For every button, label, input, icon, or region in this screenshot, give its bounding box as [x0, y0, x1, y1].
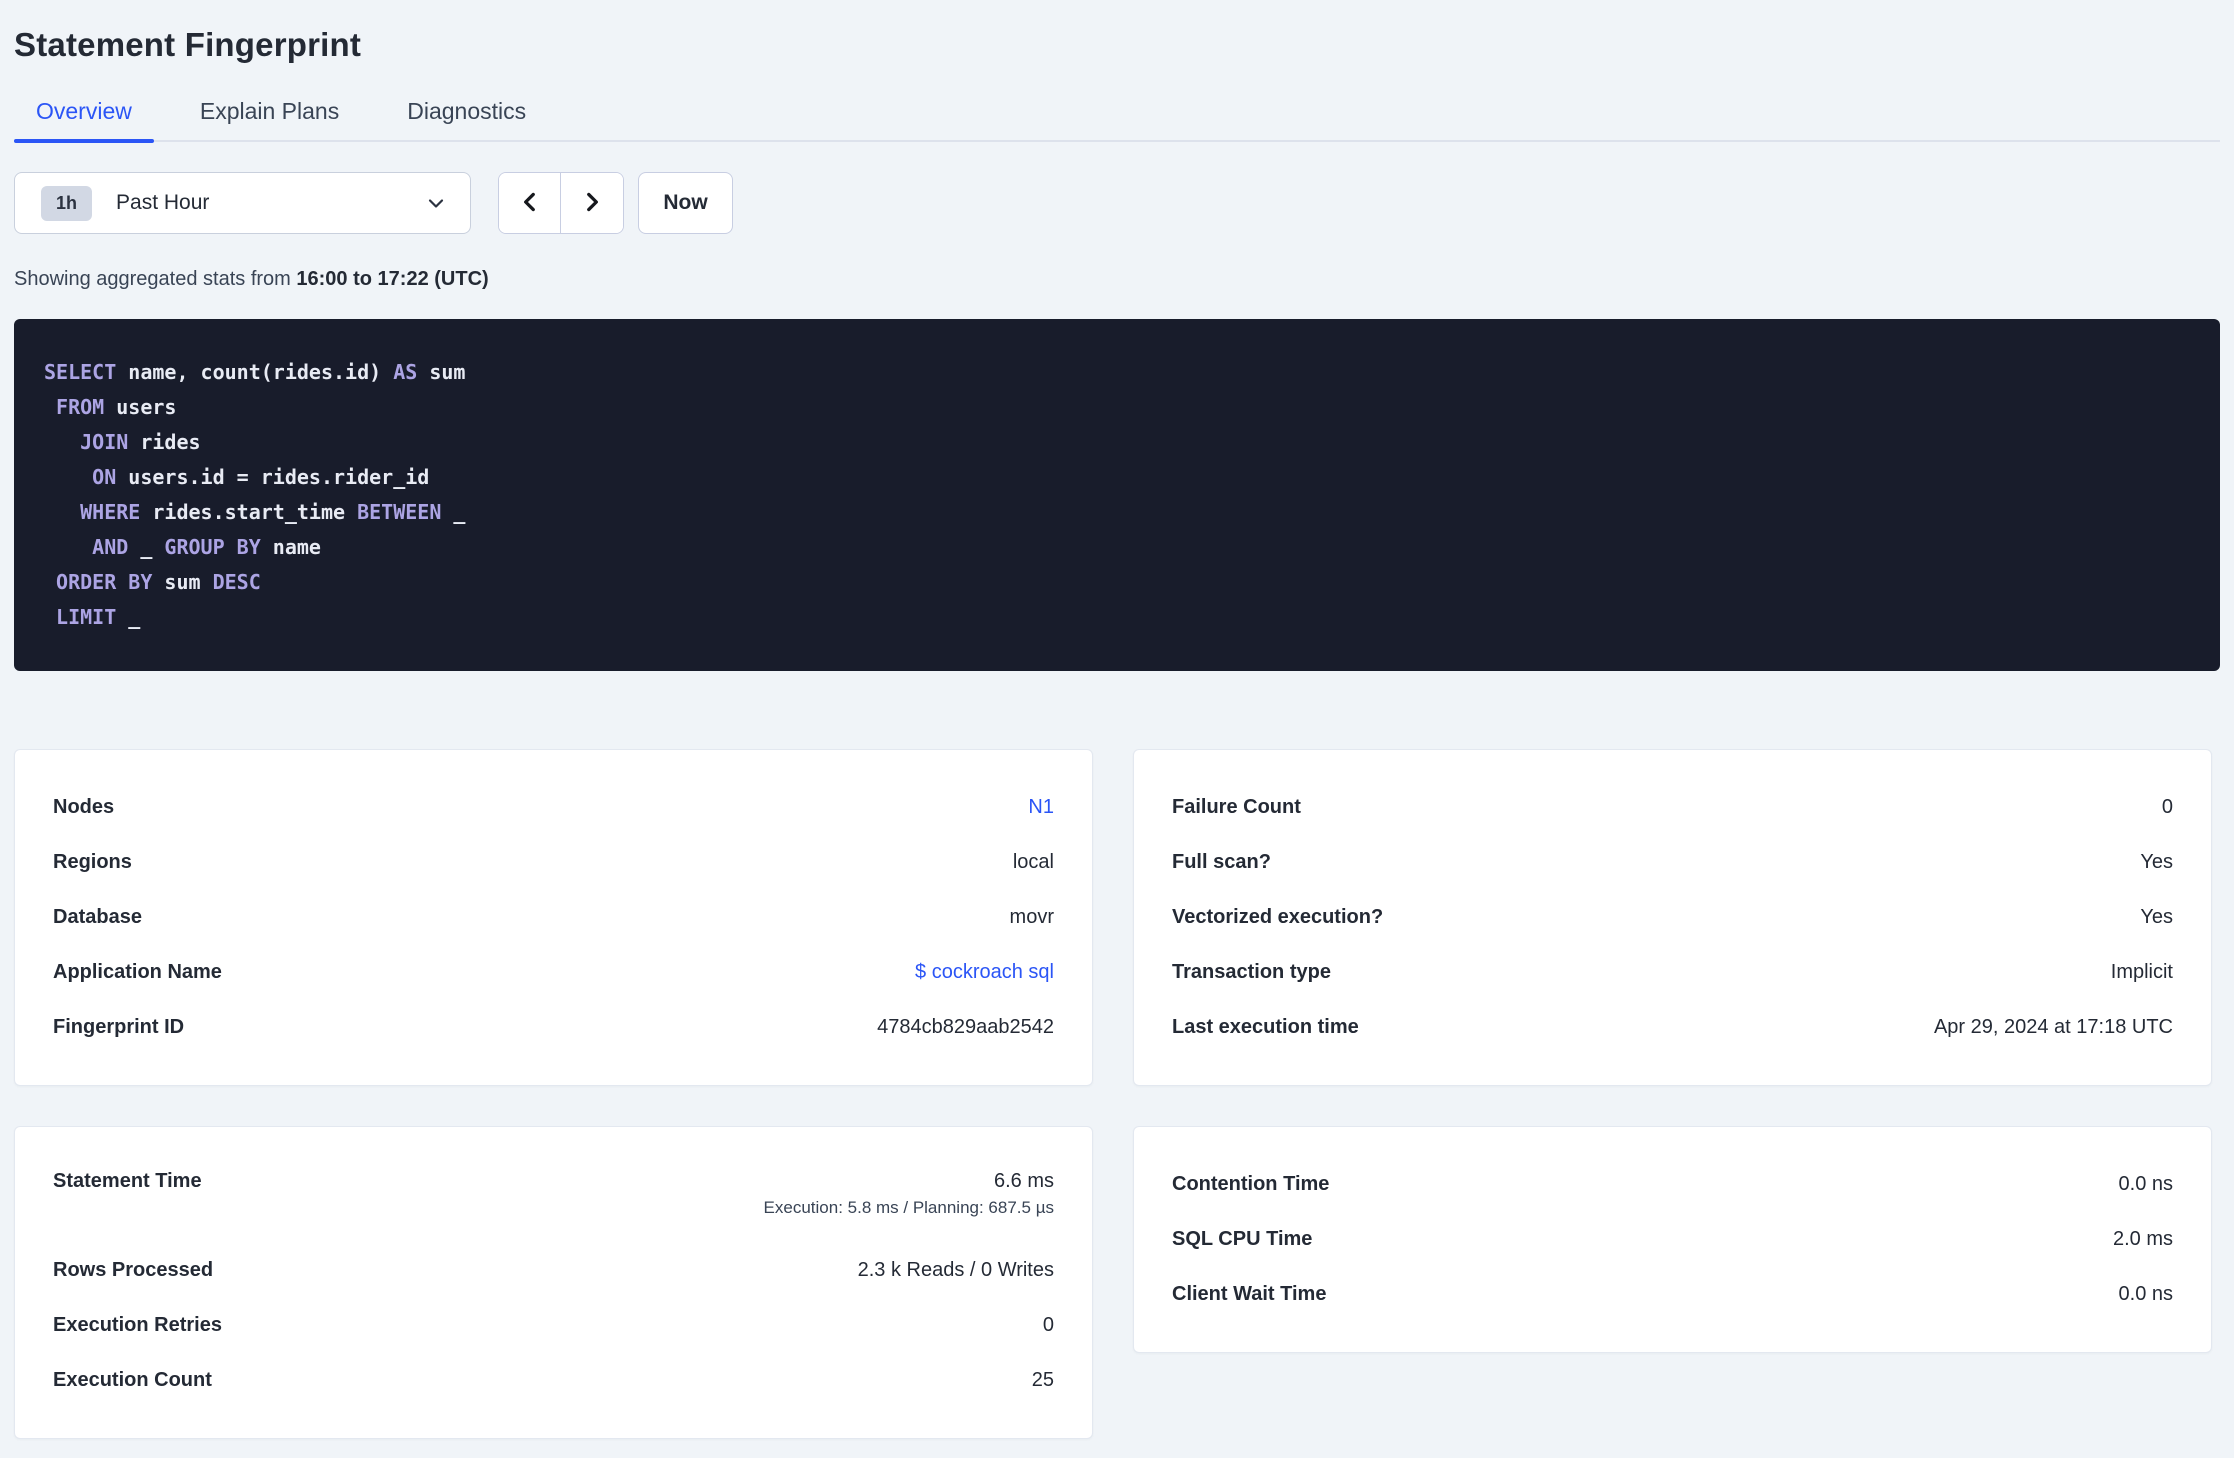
fingerprint-id-label: Fingerprint ID: [53, 1016, 185, 1038]
table-row: Database movr: [53, 890, 1054, 945]
chevron-left-icon: [517, 189, 543, 218]
regions-label: Regions: [53, 851, 132, 873]
table-row: Contention Time 0.0 ns: [1172, 1157, 2173, 1212]
tab-explain-plans[interactable]: Explain Plans: [178, 98, 361, 140]
table-row: Transaction type Implicit: [1172, 945, 2173, 1000]
now-button[interactable]: Now: [638, 172, 733, 234]
execution-count-value: 25: [1031, 1369, 1054, 1391]
client-wait-time-label: Client Wait Time: [1172, 1283, 1327, 1305]
table-row: Last execution time Apr 29, 2024 at 17:1…: [1172, 1000, 2173, 1055]
rows-processed-value: 2.3 k Reads / 0 Writes: [857, 1259, 1054, 1281]
contention-time-value: 0.0 ns: [2118, 1173, 2173, 1195]
nodes-label: Nodes: [53, 796, 115, 818]
tab-bar: Overview Explain Plans Diagnostics: [14, 98, 2220, 143]
table-row: Rows Processed 2.3 k Reads / 0 Writes: [53, 1243, 1054, 1298]
fingerprint-id-value: 4784cb829aab2542: [877, 1016, 1054, 1038]
full-scan-value: Yes: [2140, 851, 2173, 873]
table-row: Execution Retries 0: [53, 1298, 1054, 1353]
table-row: Execution Count 25: [53, 1353, 1054, 1408]
tab-diagnostics-label: Diagnostics: [407, 98, 527, 124]
table-row: Application Name $ cockroach sql: [53, 945, 1054, 1000]
transaction-type-value: Implicit: [2110, 961, 2173, 983]
table-row: Vectorized execution? Yes: [1172, 890, 2173, 945]
execution-retries-label: Execution Retries: [53, 1314, 222, 1336]
sql-statement: SELECT name, count(rides.id) AS sum FROM…: [14, 319, 2220, 671]
statement-time-value: 6.6 ms: [993, 1170, 1054, 1192]
execution-attributes-card: Failure Count 0 Full scan? Yes Vectorize…: [1133, 749, 2212, 1086]
statement-details-card: Nodes N1 Regions local Database movr App…: [14, 749, 1093, 1086]
tab-explain-plans-label: Explain Plans: [199, 98, 340, 124]
table-row: Statement Time 6.6 ms Execution: 5.8 ms …: [53, 1157, 1054, 1243]
vectorized-execution-value: Yes: [2140, 906, 2173, 928]
transaction-type-label: Transaction type: [1172, 961, 1331, 983]
time-controls: 1h Past Hour Now: [14, 172, 2220, 234]
nodes-link[interactable]: N1: [1028, 796, 1054, 819]
execution-retries-value: 0: [1042, 1314, 1054, 1336]
last-execution-time-value: Apr 29, 2024 at 17:18 UTC: [1933, 1016, 2173, 1038]
time-range-badge: 1h: [41, 185, 93, 221]
next-time-button[interactable]: [561, 173, 623, 233]
full-scan-label: Full scan?: [1172, 851, 1271, 873]
client-wait-time-value: 0.0 ns: [2118, 1283, 2173, 1305]
contention-time-label: Contention Time: [1172, 1173, 1330, 1195]
wait-times-card: Contention Time 0.0 ns SQL CPU Time 2.0 …: [1133, 1126, 2212, 1353]
statement-time-label: Statement Time: [53, 1170, 202, 1192]
application-name-link[interactable]: $ cockroach sql: [915, 961, 1054, 984]
statement-fingerprint-page: Statement Fingerprint Overview Explain P…: [0, 0, 2234, 1439]
chevron-down-icon: [424, 191, 448, 215]
table-row: SQL CPU Time 2.0 ms: [1172, 1212, 2173, 1267]
table-row: Regions local: [53, 835, 1054, 890]
aggregated-stats-line: Showing aggregated stats from 16:00 to 1…: [14, 268, 2220, 291]
database-value: movr: [1009, 906, 1054, 928]
failure-count-label: Failure Count: [1172, 796, 1301, 818]
chevron-right-icon: [579, 189, 605, 218]
table-row: Client Wait Time 0.0 ns: [1172, 1267, 2173, 1322]
sql-cpu-time-value: 2.0 ms: [2112, 1228, 2173, 1250]
table-row: Failure Count 0: [1172, 780, 2173, 835]
summary-cards: Nodes N1 Regions local Database movr App…: [14, 749, 2212, 1439]
tab-diagnostics[interactable]: Diagnostics: [385, 98, 548, 140]
regions-value: local: [1012, 851, 1054, 873]
application-name-label: Application Name: [53, 961, 222, 983]
time-range-label: Past Hour: [116, 191, 210, 214]
page-title: Statement Fingerprint: [14, 26, 362, 63]
failure-count-value: 0: [2161, 796, 2173, 818]
tab-overview-label: Overview: [36, 98, 132, 124]
time-step-buttons: [498, 172, 624, 234]
tab-overview[interactable]: Overview: [14, 98, 154, 143]
sql-cpu-time-label: SQL CPU Time: [1172, 1228, 1313, 1250]
last-execution-time-label: Last execution time: [1172, 1016, 1359, 1038]
aggregated-stats-range: 16:00 to 17:22 (UTC): [296, 268, 489, 290]
database-label: Database: [53, 906, 142, 928]
prev-time-button[interactable]: [499, 173, 561, 233]
table-row: Nodes N1: [53, 780, 1054, 835]
vectorized-execution-label: Vectorized execution?: [1172, 906, 1384, 928]
aggregated-stats-prefix: Showing aggregated stats from: [14, 268, 291, 290]
statement-timing-card: Statement Time 6.6 ms Execution: 5.8 ms …: [14, 1126, 1093, 1439]
rows-processed-label: Rows Processed: [53, 1259, 214, 1281]
statement-time-breakdown: Execution: 5.8 ms / Planning: 687.5 µs: [763, 1198, 1054, 1217]
table-row: Full scan? Yes: [1172, 835, 2173, 890]
execution-count-label: Execution Count: [53, 1369, 212, 1391]
table-row: Fingerprint ID 4784cb829aab2542: [53, 1000, 1054, 1055]
time-range-dropdown[interactable]: 1h Past Hour: [14, 172, 471, 234]
